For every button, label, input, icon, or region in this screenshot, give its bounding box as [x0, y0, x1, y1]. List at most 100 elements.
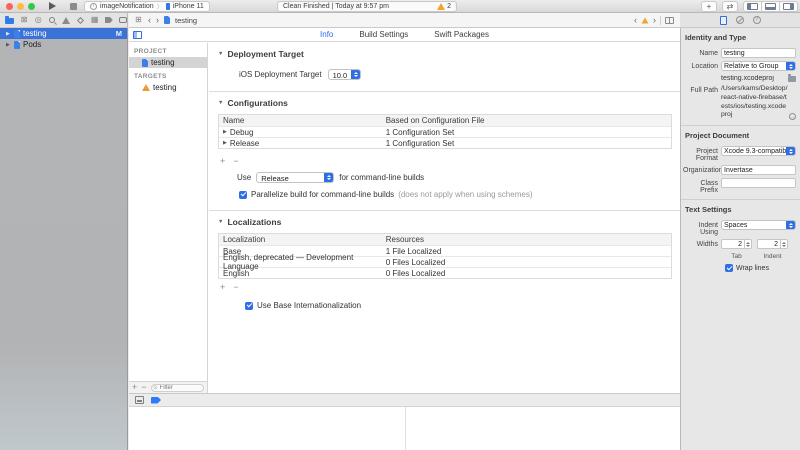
add-configuration-button[interactable]: + — [220, 157, 225, 166]
device-icon — [166, 3, 170, 10]
destination-name[interactable]: iPhone 11 — [173, 3, 204, 10]
parallelize-checkbox[interactable] — [239, 191, 247, 199]
indent-using-popup[interactable]: Spaces — [721, 220, 796, 230]
sidebar-item-label[interactable]: testing — [23, 29, 47, 38]
code-review-button[interactable]: ⇄ — [722, 1, 738, 12]
warning-badge[interactable]: 2 — [437, 3, 451, 10]
toggle-debug-area-button[interactable] — [762, 1, 780, 12]
remove-target-button[interactable]: − — [141, 383, 146, 392]
report-navigator-tab[interactable] — [119, 17, 127, 23]
target-item-testing[interactable]: testing — [129, 82, 207, 93]
disclosure-icon[interactable]: ▶ — [223, 140, 227, 146]
zoom-window-button[interactable] — [28, 3, 35, 10]
disclosure-open-icon[interactable]: ▼ — [218, 219, 223, 225]
disclosure-icon[interactable]: ▶ — [6, 42, 11, 48]
sidebar-item-label[interactable]: Pods — [23, 40, 41, 49]
table-row[interactable]: ▶Release 1 Configuration Set — [219, 137, 671, 148]
parallelize-row: Parallelize build for command-line build… — [239, 190, 680, 199]
remove-localization-button[interactable]: − — [233, 283, 238, 292]
location-popup[interactable]: Relative to Group — [721, 61, 796, 71]
source-control-navigator-tab[interactable]: ⊠ — [20, 16, 28, 24]
issue-navigator-tab[interactable] — [62, 17, 70, 24]
find-navigator-tab[interactable] — [48, 17, 56, 23]
breakpoint-navigator-tab[interactable] — [105, 17, 113, 23]
add-localization-button[interactable]: + — [220, 283, 225, 292]
tab-swift-packages[interactable]: Swift Packages — [434, 30, 489, 39]
organization-field[interactable] — [721, 165, 796, 175]
jump-bar-file[interactable]: testing — [175, 16, 197, 25]
breakpoints-toggle-button[interactable] — [151, 397, 161, 404]
project-item-label[interactable]: testing — [151, 58, 175, 67]
indent-width-stepper[interactable] — [757, 239, 788, 249]
sidebar-item-testing[interactable]: ▶ testing M — [0, 28, 127, 39]
add-editor-button[interactable] — [665, 17, 674, 24]
close-window-button[interactable] — [6, 3, 13, 10]
command-line-config-popup[interactable]: Release — [256, 172, 334, 183]
tab-build-settings[interactable]: Build Settings — [359, 30, 408, 39]
library-add-button[interactable]: + — [701, 1, 717, 12]
choose-location-folder-icon[interactable] — [788, 76, 796, 82]
variables-view[interactable] — [129, 407, 406, 450]
filter-field[interactable]: ⊙ — [151, 384, 204, 392]
deployment-target-popup[interactable]: 10.0 — [328, 69, 362, 80]
add-target-button[interactable]: + — [132, 383, 137, 392]
sidebar-item-pods[interactable]: ▶ Pods — [0, 39, 127, 50]
localization-resources: 1 File Localized — [382, 247, 671, 256]
minimize-window-button[interactable] — [17, 3, 24, 10]
scheme-selector[interactable]: i imageNotification 〉 iPhone 11 — [84, 1, 210, 12]
hide-debug-area-button[interactable] — [135, 396, 144, 404]
history-inspector-tab[interactable] — [736, 16, 744, 24]
indent-width-field[interactable] — [757, 239, 781, 249]
disclosure-icon[interactable]: ▶ — [223, 129, 227, 135]
base-internationalization-checkbox[interactable] — [245, 302, 253, 310]
previous-issue-button[interactable]: ‹ — [634, 16, 637, 25]
toggle-navigator-button[interactable] — [743, 1, 762, 12]
tab-width-field[interactable] — [721, 239, 745, 249]
test-icon — [77, 16, 84, 23]
quick-help-inspector-tab[interactable]: ? — [753, 16, 761, 24]
console-view[interactable] — [406, 407, 680, 450]
tab-info[interactable]: Info — [320, 30, 333, 39]
stop-button[interactable] — [70, 3, 77, 10]
disclosure-open-icon[interactable]: ▼ — [218, 51, 223, 57]
symbol-navigator-tab[interactable]: ◎ — [34, 16, 42, 24]
project-navigator-tab[interactable] — [5, 16, 14, 24]
tab-width-stepper[interactable] — [721, 239, 752, 249]
table-row[interactable]: ▶Debug 1 Configuration Set — [219, 126, 671, 137]
table-row[interactable]: English 0 Files Localized — [219, 267, 671, 278]
disclosure-icon[interactable]: ▶ — [6, 31, 11, 37]
class-prefix-field[interactable] — [721, 178, 796, 188]
project-format-popup[interactable]: Xcode 9.3-compatible — [721, 146, 796, 156]
target-item-label[interactable]: testing — [153, 83, 177, 92]
forward-button[interactable]: › — [156, 16, 159, 25]
project-file-icon — [164, 16, 170, 24]
next-issue-button[interactable]: › — [653, 16, 656, 25]
column-header-localization: Localization — [219, 235, 382, 244]
debug-navigator-tab[interactable]: ▦ — [91, 16, 99, 24]
name-field[interactable] — [721, 48, 796, 58]
warning-count: 2 — [447, 3, 451, 10]
file-inspector-tab[interactable] — [720, 16, 727, 25]
location-label: Location — [683, 61, 721, 70]
test-navigator-tab[interactable] — [77, 18, 85, 23]
issue-icon — [62, 17, 70, 24]
popup-chevrons-icon — [324, 173, 333, 182]
project-item-testing[interactable]: testing — [129, 57, 207, 68]
remove-configuration-button[interactable]: − — [233, 157, 238, 166]
localization-resources: 0 Files Localized — [382, 269, 671, 278]
stepper-arrows-icon[interactable] — [745, 239, 752, 249]
goto-arrow-icon[interactable]: → — [789, 113, 796, 120]
related-items-button[interactable]: ⊞ — [134, 16, 143, 24]
disclosure-open-icon[interactable]: ▼ — [218, 100, 223, 106]
project-info-content: ▼ Deployment Target iOS Deployment Targe… — [209, 43, 680, 393]
spacer — [683, 252, 721, 254]
back-button[interactable]: ‹ — [148, 16, 151, 25]
filter-input[interactable] — [160, 385, 201, 391]
stepper-arrows-icon[interactable] — [781, 239, 788, 249]
column-header-resources: Resources — [382, 235, 671, 244]
toggle-inspectors-button[interactable] — [780, 1, 798, 12]
run-button[interactable] — [49, 2, 56, 10]
scheme-name[interactable]: imageNotification — [100, 3, 154, 10]
table-row[interactable]: English, deprecated — Development Langua… — [219, 256, 671, 267]
wrap-lines-checkbox[interactable] — [725, 264, 733, 272]
